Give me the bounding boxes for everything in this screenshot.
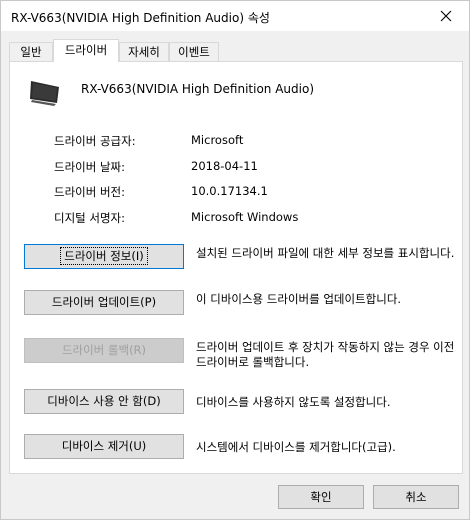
digital-signer-value: Microsoft Windows: [191, 210, 299, 224]
driver-date-value: 2018-04-11: [191, 159, 258, 173]
uninstall-device-button[interactable]: 디바이스 제거(U): [24, 434, 184, 459]
close-button[interactable]: [423, 1, 469, 31]
driver-version-label: 드라이버 버전:: [54, 185, 126, 199]
driver-date-label: 드라이버 날짜:: [54, 160, 126, 174]
close-icon: [440, 10, 452, 22]
properties-dialog: RX-V663(NVIDIA High Definition Audio) 속성…: [0, 0, 470, 520]
update-driver-button[interactable]: 드라이버 업데이트(P): [24, 290, 184, 315]
cancel-button[interactable]: 취소: [373, 485, 459, 509]
button-label: 드라이버 업데이트(P): [51, 295, 157, 309]
disable-device-description: 디바이스를 사용하지 않도록 설정합니다.: [196, 395, 391, 409]
monitor-icon: [30, 81, 59, 106]
button-label: 취소: [405, 490, 427, 504]
driver-details-button[interactable]: 드라이버 정보(I): [24, 244, 184, 269]
button-label: 드라이버 롤백(R): [61, 343, 147, 357]
driver-tab-panel: RX-V663(NVIDIA High Definition Audio) 드라…: [9, 61, 463, 474]
title-bar: RX-V663(NVIDIA High Definition Audio) 속성: [1, 1, 469, 31]
tab-label: 일반: [20, 45, 42, 59]
button-label: 디바이스 제거(U): [61, 439, 147, 453]
device-name: RX-V663(NVIDIA High Definition Audio): [81, 82, 315, 96]
update-driver-description: 이 디바이스용 드라이버를 업데이트합니다.: [196, 292, 402, 306]
driver-provider-label: 드라이버 공급자:: [54, 134, 136, 148]
uninstall-device-description: 시스템에서 디바이스를 제거합니다(고급).: [196, 440, 396, 454]
tab-general[interactable]: 일반: [9, 42, 53, 61]
tab-driver[interactable]: 드라이버: [53, 39, 119, 62]
rollback-driver-description: 드라이버 업데이트 후 장치가 작동하지 않는 경우 이전 드라이버로 롤백합니…: [196, 340, 455, 369]
tab-details[interactable]: 자세히: [119, 42, 169, 61]
rollback-driver-button[interactable]: 드라이버 롤백(R): [24, 338, 184, 363]
digital-signer-label: 디지털 서명자:: [54, 211, 126, 225]
disable-device-button[interactable]: 디바이스 사용 안 함(D): [24, 389, 184, 414]
button-label: 디바이스 사용 안 함(D): [47, 394, 161, 408]
window-title: RX-V663(NVIDIA High Definition Audio) 속성: [11, 11, 270, 25]
tab-label: 드라이버: [64, 43, 108, 57]
driver-provider-value: Microsoft: [191, 133, 244, 147]
tab-label: 자세히: [128, 45, 160, 59]
driver-details-description: 설치된 드라이버 파일에 대한 세부 정보를 표시합니다.: [196, 246, 455, 260]
tab-events[interactable]: 이벤트: [169, 42, 219, 61]
button-label: 확인: [310, 490, 332, 504]
driver-version-value: 10.0.17134.1: [191, 184, 268, 198]
button-label: 드라이버 정보(I): [60, 247, 148, 265]
ok-button[interactable]: 확인: [278, 485, 364, 509]
tab-label: 이벤트: [178, 45, 210, 59]
